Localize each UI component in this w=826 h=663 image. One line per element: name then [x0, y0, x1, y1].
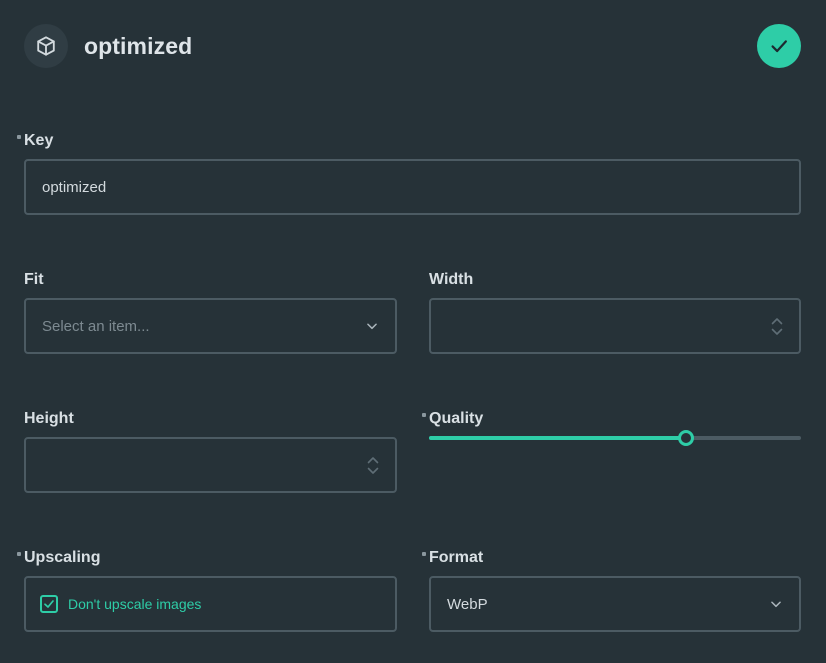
required-indicator — [422, 413, 426, 417]
save-button[interactable] — [757, 24, 801, 68]
height-input[interactable] — [24, 437, 397, 493]
width-input[interactable] — [429, 298, 801, 354]
format-select[interactable]: WebP — [429, 576, 801, 632]
fit-select-placeholder: Select an item... — [42, 317, 150, 335]
upscaling-label: Upscaling — [17, 548, 397, 568]
key-input[interactable]: optimized — [24, 159, 801, 215]
required-indicator — [17, 135, 21, 139]
box-icon — [24, 24, 68, 68]
quality-label: Quality — [422, 409, 801, 429]
key-label: Key — [17, 131, 801, 151]
quality-slider-fill — [429, 436, 686, 440]
quality-slider[interactable] — [429, 430, 801, 446]
chevron-up-icon[interactable] — [367, 456, 379, 464]
page-title: optimized — [84, 32, 193, 59]
format-label: Format — [422, 548, 801, 568]
quality-slider-thumb[interactable] — [677, 430, 694, 446]
header: optimized — [24, 24, 801, 68]
upscaling-checkbox-row[interactable]: Don't upscale images — [24, 576, 397, 632]
key-input-value: optimized — [42, 178, 107, 196]
required-indicator — [422, 552, 426, 556]
fit-select[interactable]: Select an item... — [24, 298, 397, 354]
height-field: Height — [24, 409, 397, 497]
chevron-down-icon — [769, 597, 783, 611]
chevron-down-icon[interactable] — [367, 467, 379, 475]
fit-field: Fit Select an item... — [24, 270, 397, 358]
width-stepper[interactable] — [771, 317, 783, 336]
format-field: Format WebP — [422, 548, 801, 636]
check-icon — [44, 600, 54, 608]
height-stepper[interactable] — [367, 456, 379, 475]
key-field: Key optimized — [17, 131, 801, 219]
format-select-value: WebP — [447, 595, 488, 613]
width-label: Width — [429, 271, 474, 288]
required-indicator — [17, 552, 21, 556]
chevron-down-icon[interactable] — [771, 328, 783, 336]
width-field: Width — [429, 270, 801, 358]
check-icon — [771, 40, 787, 53]
upscaling-checkbox[interactable] — [40, 595, 58, 613]
quality-field: Quality — [422, 409, 801, 459]
chevron-down-icon — [365, 319, 379, 333]
chevron-up-icon[interactable] — [771, 317, 783, 325]
upscaling-field: Upscaling Don't upscale images — [17, 548, 397, 636]
fit-label: Fit — [24, 271, 44, 288]
height-label: Height — [24, 410, 74, 427]
upscaling-checkbox-label[interactable]: Don't upscale images — [68, 596, 201, 612]
